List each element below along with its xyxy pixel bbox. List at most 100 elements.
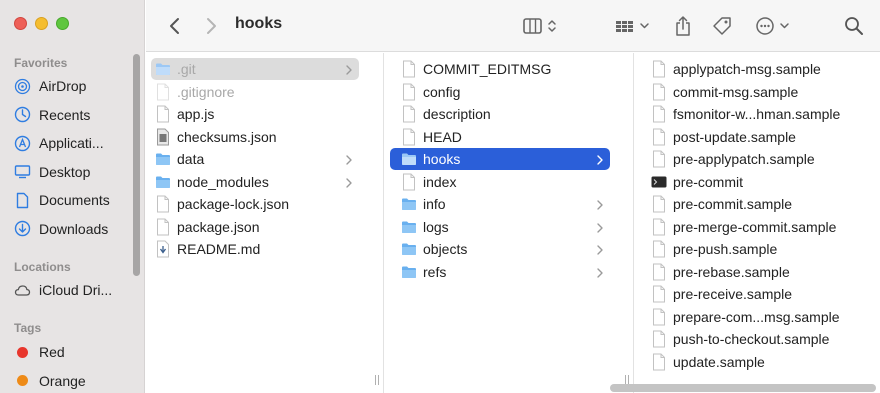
back-button[interactable] <box>164 13 186 39</box>
item-name: COMMIT_EDITMSG <box>423 61 552 77</box>
share-button[interactable] <box>672 13 694 39</box>
item-name: pre-merge-commit.sample <box>673 218 837 235</box>
sidebar-item-recents[interactable]: Recents <box>14 103 90 127</box>
file-row[interactable]: push-to-checkout.sample <box>640 328 868 350</box>
forward-button[interactable] <box>200 13 222 39</box>
sidebar-item-downloads[interactable]: Downloads <box>14 217 108 241</box>
folder-row[interactable]: node_modules <box>151 171 359 193</box>
file-row[interactable]: update.sample <box>640 351 868 373</box>
file-row[interactable]: .gitignore <box>151 81 359 103</box>
more-actions-button[interactable] <box>754 13 794 39</box>
file-icon <box>651 308 667 326</box>
item-name: node_modules <box>177 173 269 190</box>
file-icon <box>401 128 417 146</box>
tag-icon <box>713 17 731 35</box>
view-mode-button[interactable] <box>522 13 564 39</box>
file-row[interactable]: description <box>390 103 610 125</box>
file-row[interactable]: HEAD <box>390 126 610 148</box>
file-row[interactable]: fsmonitor-w...hman.sample <box>640 103 868 125</box>
file-row[interactable]: pre-push.sample <box>640 238 868 260</box>
file-row[interactable]: config <box>390 81 610 103</box>
file-row[interactable]: COMMIT_EDITMSG <box>390 58 610 80</box>
file-row[interactable]: package.json <box>151 216 359 238</box>
file-row[interactable]: checksums.json <box>151 126 359 148</box>
search-button[interactable] <box>842 13 866 39</box>
sidebar-item-label: Recents <box>39 106 91 123</box>
item-name: fsmonitor-w...hman.sample <box>673 106 841 122</box>
item-name: update.sample <box>673 353 765 370</box>
file-icon <box>651 60 667 78</box>
file-row[interactable]: applypatch-msg.sample <box>640 58 868 80</box>
file-row[interactable]: pre-rebase.sample <box>640 261 868 283</box>
file-icon <box>651 83 667 101</box>
sidebar-item-applicati[interactable]: Applicati... <box>14 131 104 155</box>
file-row[interactable]: pre-commit.sample <box>640 193 868 215</box>
sidebar-item-label: Red <box>39 344 65 360</box>
sidebar-item-documents[interactable]: Documents <box>14 188 110 212</box>
sidebar-item-desktop[interactable]: Desktop <box>14 160 90 184</box>
close-window-button[interactable] <box>14 17 27 30</box>
folder-row[interactable]: objects <box>390 238 610 260</box>
sidebar-item-airdrop[interactable]: AirDrop <box>14 74 86 98</box>
file-row[interactable]: pre-receive.sample <box>640 283 868 305</box>
chevron-right-icon <box>596 221 604 233</box>
item-name: package-lock.json <box>177 196 290 212</box>
item-name: .git <box>177 61 196 77</box>
cloud-icon <box>14 282 31 299</box>
chevron-right-icon <box>345 176 353 188</box>
file-row[interactable]: pre-applypatch.sample <box>640 148 868 170</box>
file-row[interactable]: README.md <box>151 238 359 260</box>
horizontal-scrollbar[interactable] <box>610 384 876 392</box>
column-resize-handle[interactable] <box>374 375 380 385</box>
folder-icon <box>401 218 417 236</box>
file-icon <box>651 150 667 168</box>
document-icon <box>14 192 31 209</box>
sidebar-item-label: Applicati... <box>39 135 104 151</box>
folder-row[interactable]: info <box>390 193 610 215</box>
item-name: commit-msg.sample <box>673 83 799 100</box>
item-name: description <box>423 106 491 122</box>
file-row[interactable]: commit-msg.sample <box>640 81 868 103</box>
ellipsis-icon <box>756 17 789 35</box>
file-row[interactable]: index <box>390 171 610 193</box>
sidebar-item-tag-orange[interactable]: Orange <box>14 369 86 393</box>
item-name: checksums.json <box>177 128 277 145</box>
item-name: objects <box>423 241 468 257</box>
file-row[interactable]: prepare-com...msg.sample <box>640 306 868 328</box>
folder-row[interactable]: data <box>151 148 359 170</box>
executable-icon <box>651 173 667 191</box>
folder-row[interactable]: logs <box>390 216 610 238</box>
folder-row[interactable]: .git <box>151 58 359 80</box>
chevron-right-icon <box>207 18 216 34</box>
search-icon <box>845 17 863 35</box>
file-row[interactable]: pre-merge-commit.sample <box>640 216 868 238</box>
file-icon <box>651 218 667 236</box>
item-name: pre-receive.sample <box>673 286 793 302</box>
sidebar-scrollbar[interactable] <box>133 54 140 276</box>
file-icon <box>401 60 417 78</box>
item-name: README.md <box>177 241 261 257</box>
item-name: pre-commit.sample <box>673 196 793 212</box>
file-icon <box>651 330 667 348</box>
tags-button[interactable] <box>710 13 734 39</box>
sidebar-item-tag-red[interactable]: Red <box>14 340 65 364</box>
item-name: data <box>177 151 205 167</box>
zoom-window-button[interactable] <box>56 17 69 30</box>
sidebar-section-locations: Locations <box>14 260 71 274</box>
airdrop-icon <box>14 78 31 95</box>
file-icon <box>651 128 667 146</box>
folder-row[interactable]: refs <box>390 261 610 283</box>
chevron-right-icon <box>596 243 604 255</box>
file-row[interactable]: package-lock.json <box>151 193 359 215</box>
file-row[interactable]: post-update.sample <box>640 126 868 148</box>
folder-row[interactable]: hooks <box>390 148 610 170</box>
item-name: index <box>423 173 457 190</box>
file-icon <box>155 105 171 123</box>
file-row[interactable]: app.js <box>151 103 359 125</box>
group-button[interactable] <box>614 13 654 39</box>
file-icon <box>651 353 667 371</box>
file-row[interactable]: pre-commit <box>640 171 868 193</box>
minimize-window-button[interactable] <box>35 17 48 30</box>
sidebar-section-favorites: Favorites <box>14 56 68 70</box>
sidebar-item-icloud-drive[interactable]: iCloud Dri... <box>14 278 112 302</box>
